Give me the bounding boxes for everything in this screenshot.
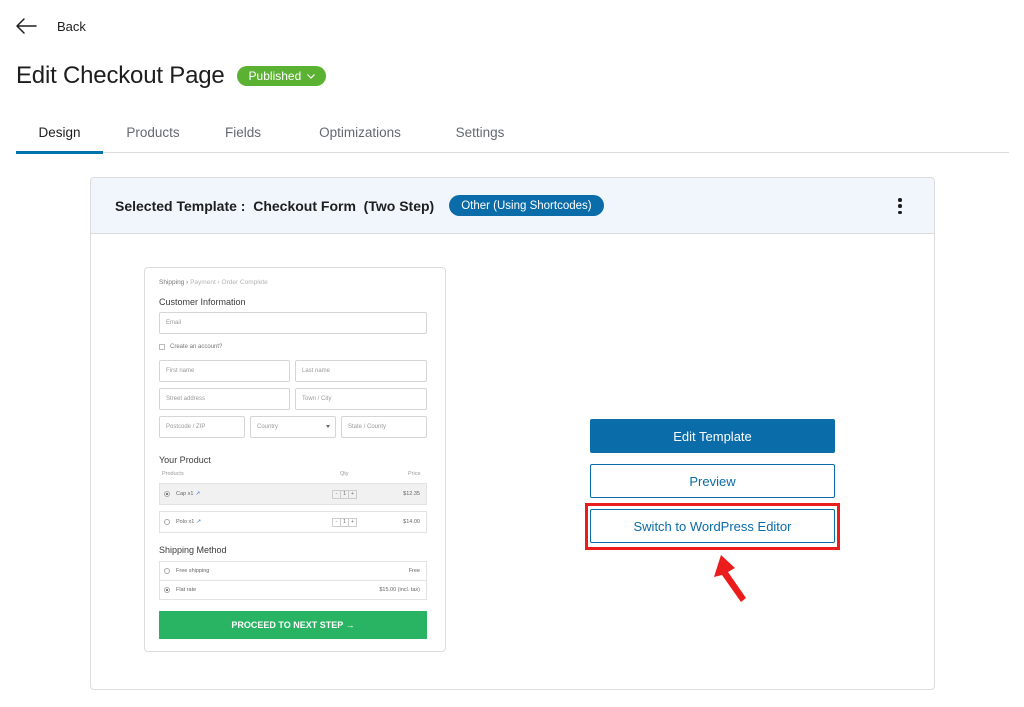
tab-settings[interactable]: Settings	[437, 112, 523, 153]
preview-proceed-button: PROCEED TO NEXT STEP →	[159, 611, 427, 639]
preview-last-name: Last name	[295, 360, 427, 382]
preview-street: Street address	[159, 388, 290, 410]
preview-button[interactable]: Preview	[590, 464, 835, 498]
selected-template-label: Selected Template : Checkout Form (Two S…	[115, 197, 435, 214]
tab-design[interactable]: Design	[16, 112, 103, 154]
chevron-down-icon	[307, 74, 316, 79]
tab-products[interactable]: Products	[103, 112, 203, 153]
template-preview-thumbnail[interactable]: Shipping › Payment › Order Complete Cust…	[144, 267, 446, 652]
preview-breadcrumb: Shipping › Payment › Order Complete	[159, 279, 268, 286]
preview-col-price: Price	[408, 471, 421, 477]
status-dropdown[interactable]: Published	[236, 66, 327, 86]
template-type-badge: Other (Using Shortcodes)	[449, 195, 604, 216]
more-options-icon[interactable]	[892, 196, 908, 216]
template-card-header: Selected Template : Checkout Form (Two S…	[91, 178, 934, 234]
preview-product-row: Cap x1 ↗ -1 + $12.35	[159, 483, 427, 505]
preview-shipping-heading: Shipping Method	[159, 545, 227, 555]
back-link[interactable]: Back	[14, 16, 86, 36]
back-label: Back	[57, 18, 86, 34]
preview-town: Town / City	[295, 388, 427, 410]
preview-email-field: Email	[159, 312, 427, 334]
preview-first-name: First name	[159, 360, 290, 382]
status-label: Published	[248, 69, 302, 83]
title-row: Edit Checkout Page Published	[16, 62, 327, 90]
preview-product-row: Polo x1 ↗ -1 + $14.00	[159, 511, 427, 533]
preview-col-products: Products	[162, 471, 184, 477]
preview-customer-heading: Customer Information	[159, 297, 246, 307]
preview-create-account: Create an account?	[159, 344, 222, 350]
tab-fields[interactable]: Fields	[203, 112, 283, 153]
red-arrow-icon	[714, 555, 746, 602]
page-title: Edit Checkout Page	[16, 62, 225, 89]
preview-country: Country	[250, 416, 336, 438]
preview-shipping-row: Free shipping Free	[159, 561, 427, 581]
preview-shipping-row: Flat rate $15.00 (incl. tax)	[159, 580, 427, 600]
preview-product-heading: Your Product	[159, 455, 211, 465]
edit-template-button[interactable]: Edit Template	[590, 419, 835, 453]
tab-optimizations[interactable]: Optimizations	[283, 112, 437, 153]
switch-to-wordpress-editor-button[interactable]: Switch to WordPress Editor	[590, 509, 835, 543]
template-card: Selected Template : Checkout Form (Two S…	[90, 177, 935, 690]
preview-col-qty: Qty	[340, 471, 349, 477]
preview-postcode: Postcode / ZIP	[159, 416, 245, 438]
arrow-left-icon	[16, 18, 37, 34]
tab-bar: Design Products Fields Optimizations Set…	[16, 112, 1009, 154]
preview-state: State / County	[341, 416, 427, 438]
